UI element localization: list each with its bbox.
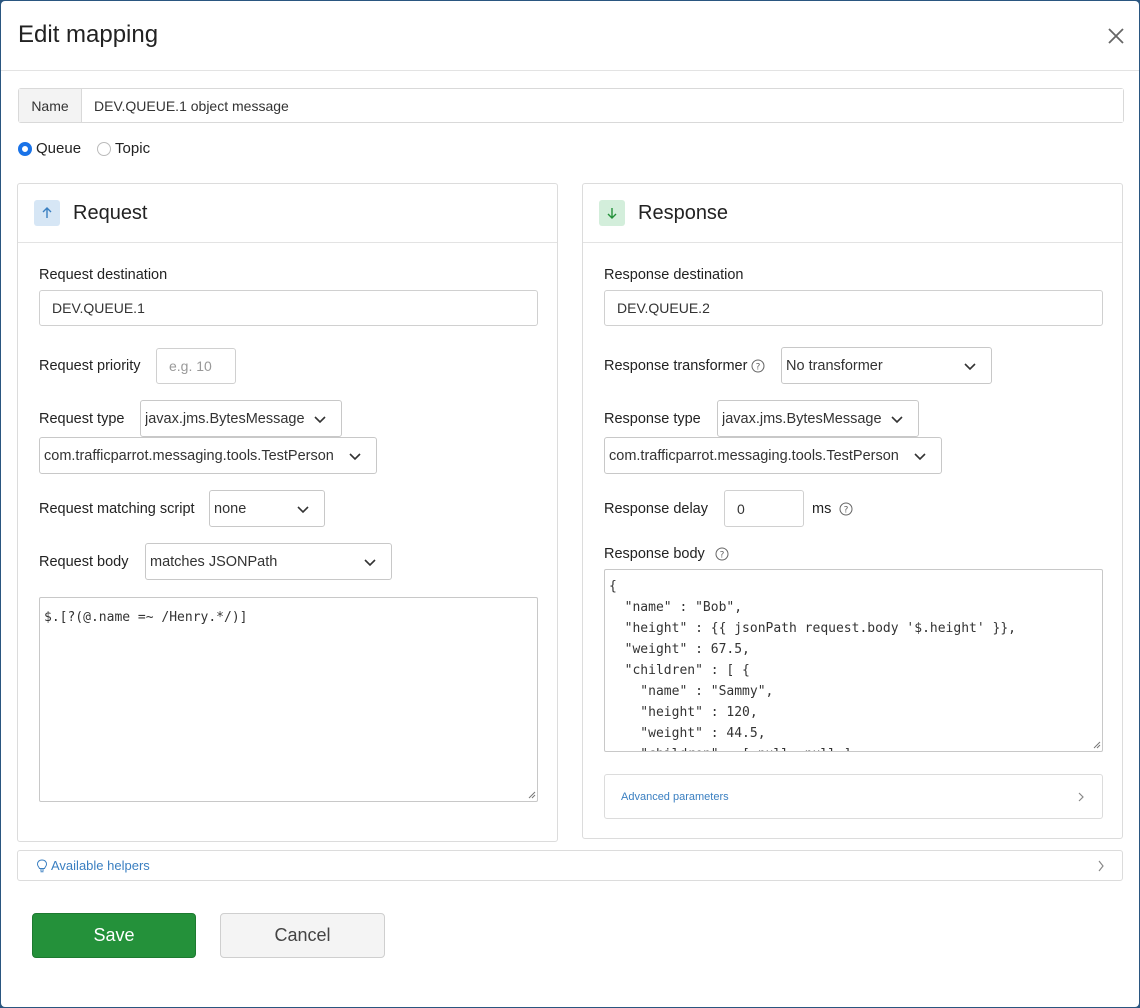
help-icon[interactable]: ? bbox=[751, 359, 765, 373]
chevron-down-icon bbox=[364, 558, 376, 566]
chevron-right-icon bbox=[1098, 860, 1104, 871]
destination-kind-radios: Queue Topic bbox=[18, 140, 166, 157]
response-type-label: Response type bbox=[604, 411, 701, 427]
chevron-down-icon bbox=[349, 452, 361, 460]
help-icon[interactable]: ? bbox=[715, 547, 729, 561]
chevron-down-icon bbox=[964, 362, 976, 370]
queue-radio[interactable]: Queue bbox=[18, 140, 81, 157]
request-body-textarea[interactable]: $.[?(@.name =~ /Henry.*/)] bbox=[39, 597, 538, 802]
response-delay-unit: ms bbox=[812, 501, 832, 517]
request-panel: Request Request destination DEV.QUEUE.1 … bbox=[17, 183, 558, 842]
help-icon[interactable]: ? bbox=[839, 502, 853, 516]
dialog-title: Edit mapping bbox=[18, 21, 159, 48]
response-type-select[interactable]: javax.jms.BytesMessage bbox=[717, 400, 919, 437]
request-priority-label: Request priority bbox=[39, 358, 141, 374]
response-destination-input[interactable]: DEV.QUEUE.2 bbox=[604, 290, 1103, 326]
response-delay-label: Response delay bbox=[604, 501, 708, 517]
close-icon[interactable] bbox=[1105, 25, 1127, 47]
chevron-right-icon bbox=[1078, 792, 1084, 801]
svg-text:?: ? bbox=[756, 363, 761, 373]
save-button[interactable]: Save bbox=[32, 913, 196, 958]
request-destination-label: Request destination bbox=[39, 267, 168, 283]
request-panel-header: Request bbox=[18, 184, 557, 243]
name-label: Name bbox=[19, 89, 82, 122]
topic-radio-label: Topic bbox=[115, 140, 151, 157]
response-delay-unit-group: ms ? bbox=[812, 501, 853, 517]
topic-radio-dot[interactable] bbox=[97, 141, 112, 156]
topic-radio[interactable]: Topic bbox=[97, 140, 150, 157]
resize-handle-icon[interactable] bbox=[528, 791, 536, 799]
queue-radio-dot[interactable] bbox=[18, 141, 32, 156]
response-transformer-label-group: Response transformer ? bbox=[604, 358, 765, 374]
advanced-parameters-toggle[interactable]: Advanced parameters bbox=[604, 774, 1103, 819]
response-type-value: javax.jms.BytesMessage bbox=[722, 410, 882, 427]
response-body-label-group: Response body ? bbox=[604, 546, 729, 562]
available-helpers-toggle[interactable]: Available helpers bbox=[17, 850, 1123, 881]
request-type-value: javax.jms.BytesMessage bbox=[145, 410, 305, 427]
request-body-matcher-select[interactable]: matches JSONPath bbox=[145, 543, 392, 580]
svg-text:?: ? bbox=[844, 506, 849, 516]
available-helpers-label: Available helpers bbox=[51, 858, 150, 873]
advanced-parameters-label: Advanced parameters bbox=[621, 790, 729, 803]
response-panel-header: Response bbox=[583, 184, 1122, 243]
name-field-group: Name bbox=[18, 88, 1124, 123]
request-matching-script-value: none bbox=[214, 500, 247, 517]
arrow-up-icon bbox=[34, 200, 60, 226]
response-panel: Response Response destination DEV.QUEUE.… bbox=[582, 183, 1123, 839]
response-destination-label: Response destination bbox=[604, 267, 744, 283]
request-class-value: com.trafficparrot.messaging.tools.TestPe… bbox=[44, 447, 334, 464]
response-title: Response bbox=[638, 201, 729, 224]
queue-radio-label: Queue bbox=[36, 140, 82, 157]
chevron-down-icon bbox=[314, 415, 326, 423]
response-class-select[interactable]: com.trafficparrot.messaging.tools.TestPe… bbox=[604, 437, 942, 474]
request-body-label: Request body bbox=[39, 554, 129, 570]
request-priority-input[interactable]: e.g. 10 bbox=[156, 348, 236, 384]
resize-handle-icon[interactable] bbox=[1093, 741, 1101, 749]
response-body-textarea[interactable]: { "name" : "Bob", "height" : {{ jsonPath… bbox=[604, 569, 1103, 752]
request-type-select[interactable]: javax.jms.BytesMessage bbox=[140, 400, 342, 437]
name-input[interactable] bbox=[82, 89, 1123, 122]
request-type-label: Request type bbox=[39, 411, 125, 427]
response-body-label: Response body bbox=[604, 546, 705, 562]
request-destination-input[interactable]: DEV.QUEUE.1 bbox=[39, 290, 538, 326]
request-matching-script-label: Request matching script bbox=[39, 501, 195, 517]
response-transformer-label: Response transformer bbox=[604, 358, 748, 374]
response-transformer-value: No transformer bbox=[786, 357, 883, 374]
lightbulb-icon bbox=[36, 858, 48, 872]
chevron-down-icon bbox=[297, 505, 309, 513]
dialog-header: Edit mapping bbox=[1, 1, 1139, 71]
request-body-matcher-value: matches JSONPath bbox=[150, 553, 278, 570]
edit-mapping-dialog: Edit mapping Name Queue Topic Request Re… bbox=[1, 1, 1139, 1007]
cancel-button[interactable]: Cancel bbox=[220, 913, 385, 958]
response-transformer-select[interactable]: No transformer bbox=[781, 347, 992, 384]
response-class-value: com.trafficparrot.messaging.tools.TestPe… bbox=[609, 447, 899, 464]
svg-text:?: ? bbox=[719, 551, 724, 561]
request-matching-script-select[interactable]: none bbox=[209, 490, 325, 527]
request-title: Request bbox=[73, 201, 148, 224]
response-delay-input[interactable]: 0 bbox=[724, 490, 804, 527]
chevron-down-icon bbox=[891, 415, 903, 423]
chevron-down-icon bbox=[914, 452, 926, 460]
arrow-down-icon bbox=[599, 200, 625, 226]
request-class-select[interactable]: com.trafficparrot.messaging.tools.TestPe… bbox=[39, 437, 377, 474]
